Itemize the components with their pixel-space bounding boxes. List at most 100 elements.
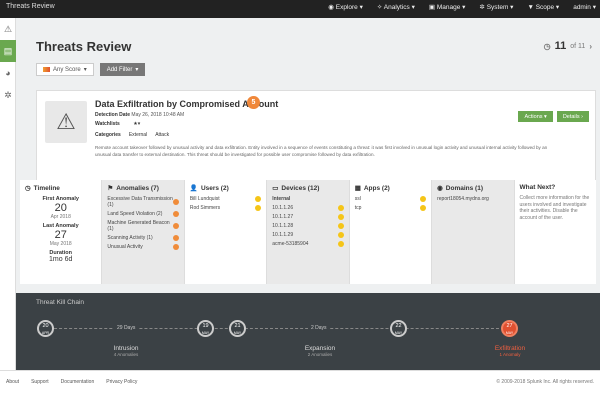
threat-count-suffix: of 11 (570, 42, 586, 50)
kill-chain-node-exfiltration[interactable]: 27 MAY (501, 320, 518, 337)
threat-card: ⚠ Data Exfiltration by Compromised Accou… (36, 90, 596, 190)
footer-link-privacy[interactable]: Privacy Policy (106, 379, 137, 385)
kill-chain-node[interactable]: 21 MAY (229, 320, 246, 337)
clock-icon: ◷ (543, 41, 551, 51)
copyright: © 2009-2018 Splunk Inc. All rights reser… (496, 379, 594, 385)
monitor-icon: ▭ (272, 185, 279, 192)
chevron-right-icon[interactable]: › (589, 42, 592, 51)
threat-kill-chain: Threat Kill Chain 29 Days 2 Days 20 APR 1… (16, 293, 600, 370)
severity-dot-icon (420, 196, 427, 202)
severity-dot-icon (255, 196, 262, 202)
page-title: Threats Review (36, 39, 132, 54)
apps-panel: ▦ Apps (2) ssl tcp (349, 180, 433, 284)
detail-panels: ◷ Timeline First Anomaly 20 Apr 2018 Last… (20, 180, 596, 284)
filter-bar: Any Score ▾ Add Filter ▾ (36, 63, 146, 76)
gear-icon: ✲ (479, 4, 485, 11)
details-button[interactable]: Details › (556, 111, 589, 122)
filter-icon: ▼ (527, 4, 534, 11)
gear-icon[interactable]: ✲ (0, 84, 16, 106)
list-item[interactable]: tcp (355, 205, 427, 211)
nav-system[interactable]: ✲ System ▾ (479, 3, 513, 11)
list-item[interactable]: Unusual Activity (107, 244, 179, 250)
nav-analytics[interactable]: ✧ Analytics ▾ (377, 3, 415, 11)
flag-icon: ⚑ (107, 185, 114, 192)
analytics-icon[interactable]: ◕ (0, 62, 16, 84)
footer-link-documentation[interactable]: Documentation (61, 379, 95, 385)
nav-manage[interactable]: ▣ Manage ▾ (429, 3, 466, 11)
severity-dot-icon (172, 199, 179, 205)
threat-type-icon: ⚠ (45, 101, 87, 143)
threat-description: Remote account takeover followed by unus… (95, 145, 548, 157)
threat-actions: Actions ▾ Details › (518, 111, 589, 122)
threats-icon[interactable]: ▤ (0, 40, 16, 62)
severity-dot-icon (337, 205, 344, 211)
severity-dot-icon (172, 244, 179, 250)
globe-icon: ◉ (437, 185, 443, 192)
star-icon[interactable]: ★▾ (133, 121, 140, 127)
list-item[interactable]: Land Speed Violation (2) (107, 211, 179, 217)
severity-dot-icon (172, 211, 179, 217)
phase-exfiltration: Exfiltration 1 Anomaly (494, 345, 526, 357)
list-item[interactable]: 10.1.1.26 (272, 205, 344, 211)
left-sidebar: ⚠ ▤ ◕ ✲ (0, 18, 16, 370)
device-group-label: Internal (272, 196, 291, 202)
list-item[interactable]: Bill Lundquist (190, 196, 262, 202)
first-anomaly: First Anomaly 20 Apr 2018 (42, 196, 79, 220)
briefcase-icon: ▣ (428, 4, 436, 11)
severity-dot-icon (172, 223, 179, 229)
footer-link-about[interactable]: About (6, 379, 19, 385)
watchlists: Watchlists ★▾ (95, 121, 141, 127)
anomalies-panel: ⚑ Anomalies (7) Excessive Data Transmissi… (102, 180, 185, 284)
severity-dot-icon (255, 205, 262, 211)
severity-dot-icon (337, 223, 344, 229)
user-icon: 👤 (189, 185, 198, 192)
nav-explore[interactable]: ◉ Explore ▾ (328, 3, 363, 11)
list-item[interactable]: Machine Generated Beacon (1) (107, 220, 179, 232)
category-tag: Attack (155, 132, 170, 138)
phase-intrusion: Intrusion 4 Anomalies (113, 345, 139, 357)
severity-dot-icon (172, 235, 179, 241)
severity-dot-icon (420, 205, 427, 211)
category-tag: External (128, 132, 148, 138)
severity-dot-icon (337, 241, 344, 247)
kill-chain-node[interactable]: 22 MAY (390, 320, 407, 337)
what-next-panel: What Next? Collect more information for … (514, 180, 596, 284)
list-item[interactable]: Scanning Activity (1) (107, 235, 179, 241)
kill-chain-node[interactable]: 19 MAY (197, 320, 214, 337)
warning-icon[interactable]: ⚠ (0, 18, 16, 40)
actions-button[interactable]: Actions ▾ (518, 111, 553, 122)
duration: Duration 1mo 6d (49, 250, 73, 263)
list-item[interactable]: ssl (355, 196, 427, 202)
breadcrumb[interactable]: Threats Review (6, 3, 55, 10)
top-bar: Threats Review ◉ Explore ▾ ✧ Analytics ▾… (0, 0, 600, 18)
footer: About Support Documentation Privacy Poli… (0, 370, 600, 394)
nav-scope[interactable]: ▼ Scope ▾ (527, 3, 559, 11)
what-next-text: Collect more information for the users i… (519, 195, 590, 221)
devices-panel: ▭ Devices (12) Internal 10.1.1.26 10.1.1.… (267, 180, 350, 284)
list-item[interactable]: report18054.mydns.org (437, 196, 508, 202)
clock-icon: ◷ (25, 185, 31, 192)
detection-date: Detection Date May 26, 2018 10:48 AM (95, 112, 185, 118)
kill-chain-gap: 29 Days (114, 325, 139, 331)
list-item[interactable]: Excessive Data Transmission (1) (107, 196, 179, 208)
list-item[interactable]: acme-53185904 (272, 241, 344, 247)
kill-chain-title: Threat Kill Chain (36, 299, 85, 306)
list-item[interactable]: Rod Simmers (190, 205, 262, 211)
threat-count: 11 (554, 40, 567, 52)
footer-link-support[interactable]: Support (31, 379, 49, 385)
nav-user-menu[interactable]: admin ▾ (573, 3, 596, 11)
list-item[interactable]: 10.1.1.28 (272, 223, 344, 229)
list-item[interactable]: 10.1.1.29 (272, 232, 344, 238)
severity-dot-icon (337, 232, 344, 238)
timeline-panel: ◷ Timeline First Anomaly 20 Apr 2018 Last… (20, 180, 103, 284)
add-filter-button[interactable]: Add Filter ▾ (99, 63, 146, 76)
top-nav: ◉ Explore ▾ ✧ Analytics ▾ ▣ Manage ▾ ✲ S… (328, 3, 596, 11)
users-panel: 👤 Users (2) Bill Lundquist Rod Simmers (184, 180, 268, 284)
any-score-dropdown[interactable]: Any Score ▾ (36, 63, 94, 76)
categories: Categories External Attack (95, 132, 170, 138)
kill-chain-node[interactable]: 20 APR (37, 320, 54, 337)
domains-panel: ◉ Domains (1) report18054.mydns.org (432, 180, 515, 284)
list-item[interactable]: 10.1.1.27 (272, 214, 344, 220)
threat-score-badge: 5 (247, 96, 260, 109)
threat-counter: ◷ 11 of 11 › (544, 40, 592, 52)
